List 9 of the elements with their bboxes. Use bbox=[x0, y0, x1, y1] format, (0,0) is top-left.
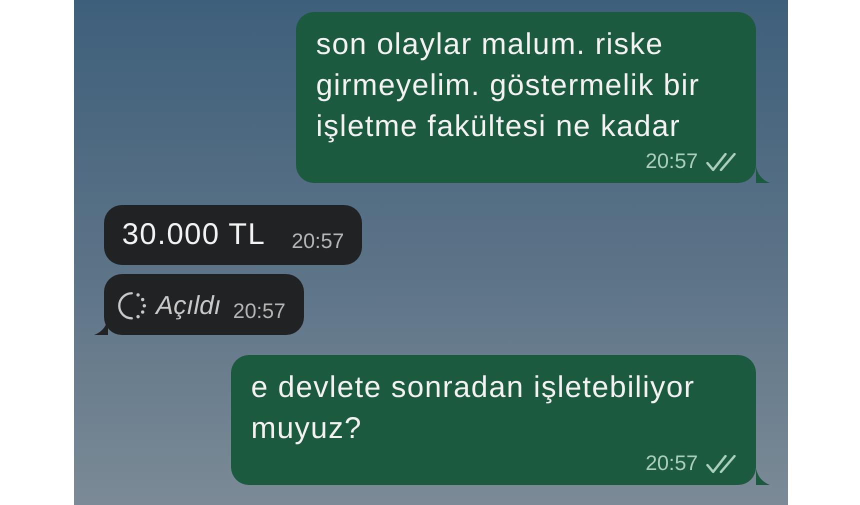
message-time: 20:57 bbox=[645, 451, 698, 477]
message-time: 20:57 bbox=[645, 149, 698, 175]
view-once-icon bbox=[118, 292, 146, 320]
message-text: 30.000 TL bbox=[122, 217, 266, 253]
message-text: son olaylar malum. riske girmeyelim. göstermelik bir işletme fakültesi ne kadar bbox=[316, 27, 701, 145]
message-time: 20:57 bbox=[233, 299, 286, 325]
opened-label: Açıldı bbox=[156, 289, 222, 322]
message-time: 20:57 bbox=[292, 229, 344, 255]
message-text: e devlete sonradan işletebiliyor muyuz? bbox=[251, 370, 696, 447]
